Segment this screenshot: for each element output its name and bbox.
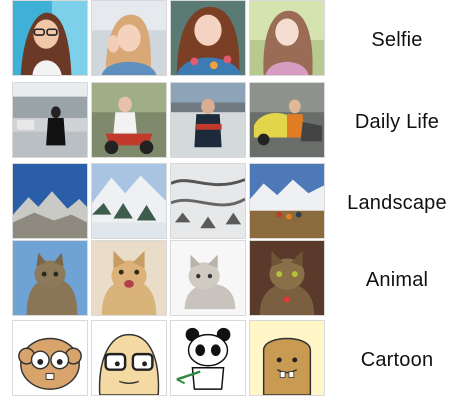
cartoon-thumbnail	[91, 320, 167, 396]
category-row-animal: Animal	[0, 240, 458, 320]
selfie-thumbnail	[12, 0, 88, 76]
cartoon-thumbnail	[249, 320, 325, 396]
cat-thumbnail	[12, 240, 88, 316]
category-row-selfie: Selfie	[0, 0, 458, 80]
cartoon-thumbnail	[12, 320, 88, 396]
cat-thumbnail	[170, 240, 246, 316]
daily-life-thumbnail	[249, 82, 325, 158]
category-label: Daily Life	[354, 110, 440, 133]
category-label: Landscape	[347, 191, 447, 214]
category-row-landscape: Landscape	[0, 163, 458, 243]
selfie-thumbnail	[249, 0, 325, 76]
image-category-grid: Selfie Daily Life Landscape Animal Carto…	[0, 0, 458, 408]
category-label: Cartoon	[360, 348, 434, 371]
cartoon-thumbnail	[170, 320, 246, 396]
landscape-thumbnail	[249, 163, 325, 239]
selfie-thumbnail	[170, 0, 246, 76]
category-label: Animal	[365, 268, 429, 291]
landscape-thumbnail	[12, 163, 88, 239]
category-row-daily-life: Daily Life	[0, 82, 458, 162]
category-label: Selfie	[371, 28, 423, 51]
cat-thumbnail	[91, 240, 167, 316]
daily-life-thumbnail	[170, 82, 246, 158]
category-row-cartoon: Cartoon	[0, 320, 458, 400]
landscape-thumbnail	[170, 163, 246, 239]
daily-life-thumbnail	[12, 82, 88, 158]
daily-life-thumbnail	[91, 82, 167, 158]
selfie-thumbnail	[91, 0, 167, 76]
cat-thumbnail	[249, 240, 325, 316]
landscape-thumbnail	[91, 163, 167, 239]
